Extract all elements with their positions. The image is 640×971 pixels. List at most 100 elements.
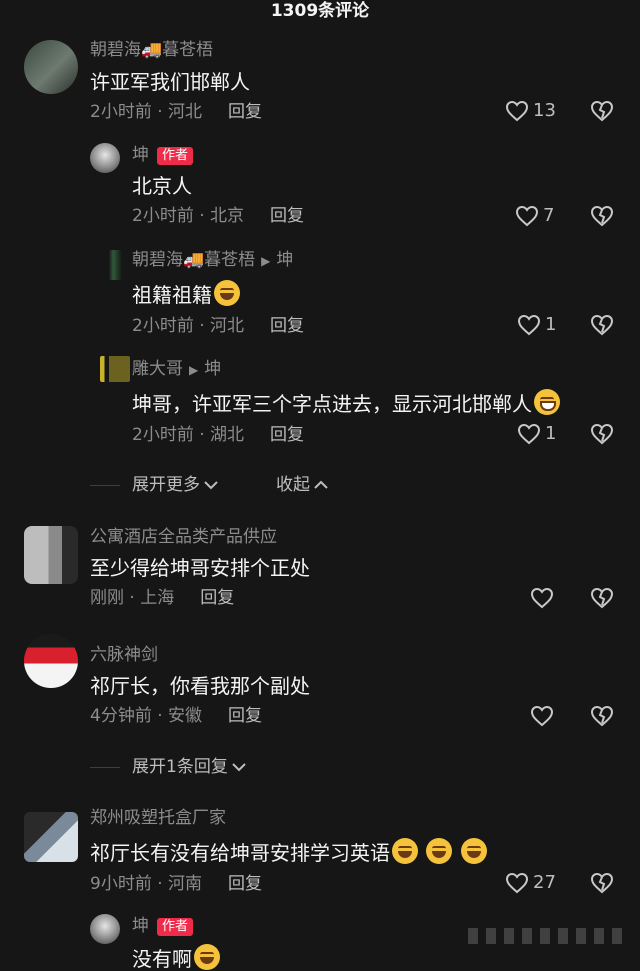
comment-time-location: 2小时前 · 河北 <box>90 102 203 122</box>
avatar[interactable] <box>90 143 120 173</box>
comment-username[interactable]: 坤作者 <box>132 916 194 936</box>
expand-more-label: 展开更多 <box>132 475 200 495</box>
comment-username[interactable]: 六脉神剑 <box>90 645 158 665</box>
comment-text[interactable]: 坤哥，许亚军三个字点进去，显示河北邯郸人 <box>132 389 560 416</box>
comment-username[interactable]: 郑州吸塑托盒厂家 <box>90 808 226 828</box>
comment-time-location: 4分钟前 · 安徽 <box>90 706 203 726</box>
laughing-emoji-icon <box>194 944 220 970</box>
author-badge: 作者 <box>157 918 194 936</box>
chevron-down-icon <box>204 481 218 490</box>
avatar[interactable] <box>100 356 130 382</box>
watermark <box>468 928 628 944</box>
comment-meta: 刚刚 · 上海 回复 <box>90 588 234 608</box>
comment-text[interactable]: 至少得给坤哥安排个正处 <box>90 556 310 580</box>
reply-to-user[interactable]: 坤 <box>276 250 293 270</box>
avatar[interactable] <box>100 250 122 280</box>
dislike-icon[interactable] <box>590 100 614 122</box>
divider-line <box>90 766 120 768</box>
heart-icon <box>505 872 529 894</box>
avatar[interactable] <box>24 634 78 688</box>
comment-text[interactable]: 祁厅长，你看我那个副处 <box>90 674 310 698</box>
dislike-icon[interactable] <box>590 423 614 445</box>
comment-text[interactable]: 祁厅长有没有给坤哥安排学习英语 <box>90 838 487 865</box>
laughing-emoji-icon <box>214 280 240 306</box>
heart-icon <box>517 423 541 445</box>
comment-count-title: 1309条评论 <box>270 1 370 21</box>
laughing-emoji-icon <box>426 838 453 864</box>
comment-meta: 2小时前 · 北京 回复 <box>132 206 304 226</box>
comment-text[interactable]: 祖籍祖籍 <box>132 280 240 307</box>
comment-username[interactable]: 雕大哥 ▶ 坤 <box>132 359 221 380</box>
like-button[interactable]: 13 <box>505 100 556 122</box>
reply-arrow-icon: ▶ <box>261 254 271 268</box>
comment-text-content: 没有啊 <box>132 947 192 971</box>
heart-icon[interactable] <box>530 705 554 727</box>
like-button[interactable]: 1 <box>517 314 556 336</box>
like-button[interactable]: 7 <box>515 205 554 227</box>
dislike-icon[interactable] <box>590 205 614 227</box>
grinning-emoji-icon <box>534 389 560 415</box>
chevron-up-icon <box>314 480 328 489</box>
comment-username[interactable]: 朝碧海🚚暮苍梧 ▶ 坤 <box>132 250 293 271</box>
comment-time-location: 2小时前 · 湖北 <box>132 425 245 445</box>
username-text[interactable]: 坤 <box>132 145 149 165</box>
like-button[interactable]: 1 <box>517 423 556 445</box>
collapse-button[interactable]: 收起 <box>276 474 330 496</box>
username-text[interactable]: 雕大哥 <box>132 359 183 379</box>
like-count: 1 <box>545 314 557 335</box>
laughing-emoji-icon <box>460 838 487 864</box>
dislike-icon[interactable] <box>590 705 614 727</box>
avatar[interactable] <box>24 526 78 584</box>
comment-time-location: 9小时前 · 河南 <box>90 874 203 894</box>
comment-username[interactable]: 公寓酒店全品类产品供应 <box>90 527 277 547</box>
laughing-emoji-icon <box>392 838 418 864</box>
reply-button[interactable]: 回复 <box>200 588 234 608</box>
username-text[interactable]: 朝碧海🚚暮苍梧 <box>132 250 255 270</box>
reply-button[interactable]: 回复 <box>228 102 262 122</box>
collapse-label: 收起 <box>276 475 310 495</box>
comment-username[interactable]: 朝碧海🚚暮苍梧 <box>90 40 213 60</box>
divider-line <box>90 484 120 486</box>
comment-meta: 9小时前 · 河南 回复 <box>90 874 262 894</box>
reply-to-user[interactable]: 坤 <box>204 359 221 379</box>
author-badge: 作者 <box>157 147 194 165</box>
dislike-icon[interactable] <box>590 587 614 609</box>
heart-icon[interactable] <box>530 587 554 609</box>
username-text[interactable]: 坤 <box>132 916 149 936</box>
comment-meta: 2小时前 · 河北 回复 <box>90 102 262 122</box>
heart-icon <box>515 205 539 227</box>
heart-icon <box>505 100 529 122</box>
avatar[interactable] <box>24 40 78 94</box>
like-count: 27 <box>533 872 556 893</box>
heart-icon <box>517 314 541 336</box>
comment-text-content: 祁厅长有没有给坤哥安排学习英语 <box>90 841 390 865</box>
dislike-icon[interactable] <box>590 872 614 894</box>
reply-button[interactable]: 回复 <box>270 425 304 445</box>
reply-button[interactable]: 回复 <box>270 316 304 336</box>
comment-text-content: 祖籍祖籍 <box>132 283 212 307</box>
comment-meta: 2小时前 · 湖北 回复 <box>132 425 304 445</box>
comment-text-content: 坤哥，许亚军三个字点进去，显示河北邯郸人 <box>132 392 532 416</box>
expand-more-button[interactable]: 展开更多 <box>90 474 220 496</box>
avatar[interactable] <box>24 812 78 862</box>
comment-text[interactable]: 许亚军我们邯郸人 <box>90 70 250 94</box>
comment-time-location: 2小时前 · 北京 <box>132 206 245 226</box>
comment-text[interactable]: 没有啊 <box>132 944 220 971</box>
chevron-down-icon <box>232 763 246 772</box>
expand-replies-label: 展开1条回复 <box>132 757 228 777</box>
reply-button[interactable]: 回复 <box>228 874 262 894</box>
comment-time-location: 刚刚 · 上海 <box>90 588 175 608</box>
reply-arrow-icon: ▶ <box>189 363 199 377</box>
comment-text[interactable]: 北京人 <box>132 174 192 198</box>
expand-replies-button[interactable]: 展开1条回复 <box>90 756 248 778</box>
reply-button[interactable]: 回复 <box>228 706 262 726</box>
like-count: 1 <box>545 423 557 444</box>
comment-username[interactable]: 坤作者 <box>132 145 194 165</box>
like-count: 7 <box>543 205 555 226</box>
like-button[interactable]: 27 <box>505 872 556 894</box>
avatar[interactable] <box>90 914 120 944</box>
comment-meta: 2小时前 · 河北 回复 <box>132 316 304 336</box>
dislike-icon[interactable] <box>590 314 614 336</box>
reply-button[interactable]: 回复 <box>270 206 304 226</box>
like-count: 13 <box>533 100 556 121</box>
